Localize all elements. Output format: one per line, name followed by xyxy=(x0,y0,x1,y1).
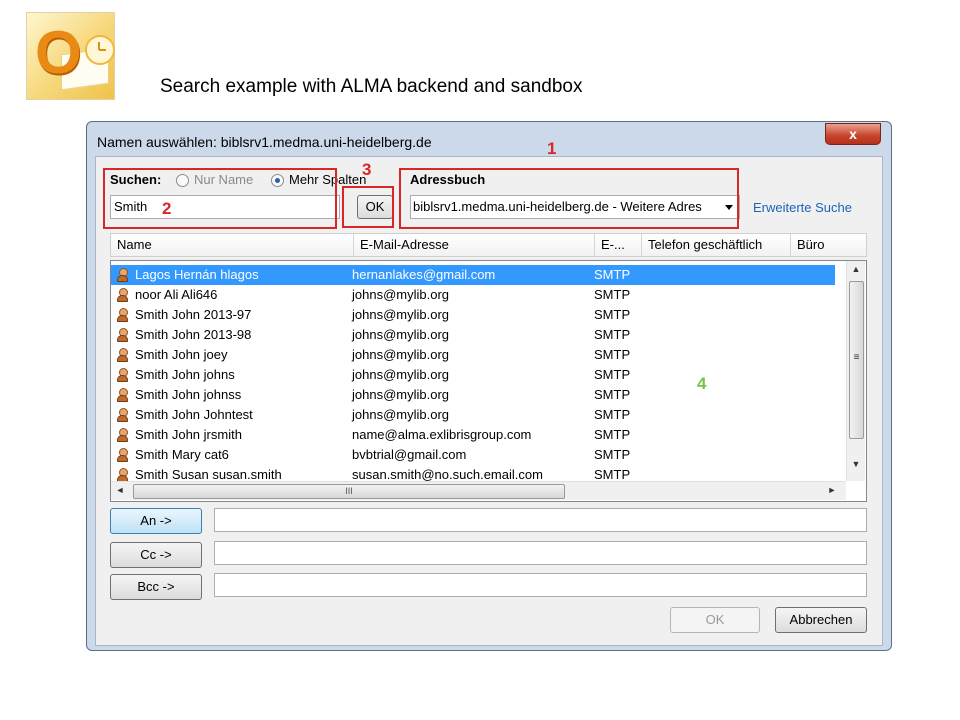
cell-email: hernanlakes@gmail.com xyxy=(352,267,496,282)
cell-email: johns@mylib.org xyxy=(352,347,450,362)
cc-field[interactable] xyxy=(214,541,867,565)
contact-person-icon xyxy=(117,348,128,362)
annotation-number-2: 2 xyxy=(162,199,172,218)
grip-icon: ≡ xyxy=(853,352,860,363)
contact-person-icon xyxy=(117,368,128,382)
cell-email: johns@mylib.org xyxy=(352,327,450,342)
cell-type: SMTP xyxy=(594,467,631,482)
to-button[interactable]: An -> xyxy=(110,508,202,534)
contact-person-icon xyxy=(117,288,128,302)
cell-email: johns@mylib.org xyxy=(352,387,450,402)
cancel-button[interactable]: Abbrechen xyxy=(775,607,867,633)
cell-name: Smith John 2013-97 xyxy=(135,307,252,322)
cell-name: Smith John 2013-98 xyxy=(135,327,252,342)
table-row[interactable]: Smith John joey johns@mylib.org SMTP xyxy=(111,345,835,365)
annotation-box-2 xyxy=(103,168,337,229)
table-row[interactable]: Smith Mary cat6 bvbtrial@gmail.com SMTP xyxy=(111,445,835,465)
cell-type: SMTP xyxy=(594,387,631,402)
scroll-left-icon[interactable]: ◄ xyxy=(115,485,125,495)
scroll-down-icon[interactable]: ▼ xyxy=(847,459,865,469)
annotation-number-3: 3 xyxy=(362,160,372,179)
cell-email: johns@mylib.org xyxy=(352,307,450,322)
contact-person-icon xyxy=(117,308,128,322)
ok-button[interactable]: OK xyxy=(670,607,760,633)
contact-person-icon xyxy=(117,328,128,342)
close-button[interactable]: x xyxy=(825,123,881,145)
list-column-header: Name E-Mail-Adresse E-... Telefon geschä… xyxy=(110,233,867,257)
cc-button[interactable]: Cc -> xyxy=(110,542,202,568)
annotation-box-3 xyxy=(342,186,394,228)
horizontal-scrollbar[interactable]: ◄ III ► xyxy=(111,481,846,500)
cell-email: bvbtrial@gmail.com xyxy=(352,447,467,462)
annotation-number-1: 1 xyxy=(547,139,557,158)
table-row[interactable]: Smith John Johntest johns@mylib.org SMTP xyxy=(111,405,835,425)
advanced-search-link[interactable]: Erweiterte Suche xyxy=(753,200,852,215)
table-row[interactable]: Smith John 2013-97 johns@mylib.org SMTP xyxy=(111,305,835,325)
table-row[interactable]: Smith John jrsmith name@alma.exlibrisgrou… xyxy=(111,425,835,445)
cell-name: Smith Mary cat6 xyxy=(135,447,229,462)
contact-person-icon xyxy=(117,448,128,462)
address-list: Lagos Hernán hlagos hernanlakes@gmail.com… xyxy=(110,260,867,502)
cell-type: SMTP xyxy=(594,347,631,362)
cell-name: Smith John johns xyxy=(135,367,235,382)
table-row[interactable]: Smith John johns johns@mylib.org SMTP xyxy=(111,365,835,385)
cell-email: johns@mylib.org xyxy=(352,407,450,422)
cell-name: Smith John jrsmith xyxy=(135,427,242,442)
column-header-email[interactable]: E-Mail-Adresse xyxy=(354,234,595,256)
contact-person-icon xyxy=(117,468,128,482)
column-header-name[interactable]: Name xyxy=(111,234,354,256)
cell-email: susan.smith@no.such.email.com xyxy=(352,467,543,482)
contact-person-icon xyxy=(117,428,128,442)
outlook-logo: O xyxy=(26,12,115,100)
cell-type: SMTP xyxy=(594,327,631,342)
cell-email: name@alma.exlibrisgroup.com xyxy=(352,427,532,442)
cell-name: Smith John Johntest xyxy=(135,407,253,422)
to-field[interactable] xyxy=(214,508,867,532)
cell-type: SMTP xyxy=(594,447,631,462)
annotation-number-4: 4 xyxy=(697,374,707,393)
vertical-scroll-thumb[interactable]: ≡ xyxy=(849,281,864,439)
contact-person-icon xyxy=(117,388,128,402)
horizontal-scroll-thumb[interactable]: III xyxy=(133,484,565,499)
table-row[interactable]: Smith John johnss johns@mylib.org SMTP xyxy=(111,385,835,405)
cell-type: SMTP xyxy=(594,267,631,282)
table-row[interactable]: noor Ali Ali646 johns@mylib.org SMTP xyxy=(111,285,835,305)
cell-email: johns@mylib.org xyxy=(352,287,450,302)
column-header-phone[interactable]: Telefon geschäftlich xyxy=(642,234,791,256)
dialog-client-area: Suchen: Nur Name Mehr Spalten Smith OK A… xyxy=(95,156,883,646)
cell-name: Smith John johnss xyxy=(135,387,242,402)
contact-person-icon xyxy=(117,408,128,422)
cell-type: SMTP xyxy=(594,287,631,302)
clock-icon xyxy=(85,35,115,65)
table-row[interactable]: Lagos Hernán hlagos hernanlakes@gmail.com… xyxy=(111,265,835,285)
cell-name: noor Ali Ali646 xyxy=(135,287,218,302)
cell-name: Lagos Hernán hlagos xyxy=(135,267,259,282)
vertical-scrollbar[interactable]: ▲ ≡ ▼ xyxy=(846,261,865,481)
cell-type: SMTP xyxy=(594,427,631,442)
contact-person-icon xyxy=(117,268,128,282)
cell-type: SMTP xyxy=(594,307,631,322)
outlook-o-glyph: O xyxy=(35,19,82,86)
cell-type: SMTP xyxy=(594,367,631,382)
address-rows: Lagos Hernán hlagos hernanlakes@gmail.com… xyxy=(111,261,846,483)
annotation-box-1 xyxy=(399,168,739,229)
cell-type: SMTP xyxy=(594,407,631,422)
column-header-type[interactable]: E-... xyxy=(595,234,642,256)
cell-email: johns@mylib.org xyxy=(352,367,450,382)
dialog-title: Namen auswählen: biblsrv1.medma.uni-heid… xyxy=(97,134,432,150)
scroll-right-icon[interactable]: ► xyxy=(827,485,837,495)
scroll-up-icon[interactable]: ▲ xyxy=(847,264,865,274)
cell-name: Smith John joey xyxy=(135,347,228,362)
bcc-field[interactable] xyxy=(214,573,867,597)
column-header-office[interactable]: Büro xyxy=(791,234,866,256)
cell-name: Smith Susan susan.smith xyxy=(135,467,282,482)
bcc-button[interactable]: Bcc -> xyxy=(110,574,202,600)
table-row[interactable]: Smith John 2013-98 johns@mylib.org SMTP xyxy=(111,325,835,345)
slide-title: Search example with ALMA backend and san… xyxy=(160,76,583,97)
